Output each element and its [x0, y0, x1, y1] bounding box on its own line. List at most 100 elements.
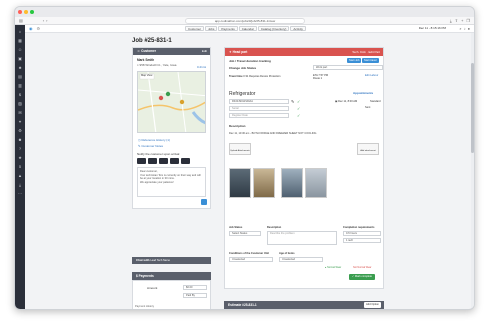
- head-part-panel: ✦ Head part Tech. Kick · Edit Part Job /…: [224, 47, 384, 289]
- start-job-button[interactable]: Start Job: [347, 58, 362, 63]
- attachment-photo[interactable]: [229, 168, 251, 198]
- url-bar[interactable]: app.codinathon.com/jobs/#/job/25-831-1/v…: [185, 18, 305, 24]
- browser-window: ▤ ‹ › app.codinathon.com/jobs/#/job/25-8…: [14, 6, 475, 310]
- map-graphic: [138, 72, 205, 132]
- notify-email-button[interactable]: [159, 158, 168, 164]
- settings-icon[interactable]: ⚙: [18, 126, 22, 135]
- amount-input[interactable]: $0.00: [183, 285, 207, 290]
- page-scrollbar[interactable]: [471, 33, 474, 309]
- close-window-icon[interactable]: [18, 10, 22, 14]
- change-status-label: Change Job Status: [229, 66, 257, 70]
- map-icon[interactable]: ⌖: [19, 117, 21, 126]
- avatar[interactable]: ●: [468, 26, 470, 31]
- download-icon[interactable]: ⤓: [450, 18, 452, 23]
- titlebar: [15, 7, 474, 17]
- distance-link[interactable]: 0.21mi: [197, 65, 206, 69]
- check-icon[interactable]: ✓: [297, 99, 300, 104]
- reports-icon[interactable]: ▨: [18, 99, 22, 108]
- attachment-photo[interactable]: [305, 168, 327, 198]
- more-icon[interactable]: ⋯: [18, 189, 22, 198]
- not-normal-wear-label[interactable]: Not Normal Wear: [353, 266, 371, 269]
- notify-voice-button[interactable]: [170, 158, 179, 164]
- nav-tab-calendar[interactable]: Calendar: [238, 26, 257, 31]
- age-select[interactable]: Unselected: [279, 257, 323, 262]
- edit-customer-button[interactable]: Edit: [202, 48, 207, 55]
- attachment-photo[interactable]: [281, 168, 303, 198]
- customer-panel-header: ☺ Customer Edit: [133, 48, 210, 55]
- app-top-bar: ◉ ⚙ Customer Jobs Payments Calendar Cata…: [25, 25, 474, 33]
- nav-tab-catalog[interactable]: Catalog (Inventory): [257, 26, 290, 31]
- forward-arrow-icon[interactable]: ›: [46, 18, 47, 23]
- travel-time-label: Travel time 0:31 Requires Device Protect…: [229, 75, 281, 78]
- edit-pencil-icon[interactable]: ✎: [291, 99, 294, 104]
- notify-other-button[interactable]: [181, 158, 190, 164]
- model-input[interactable]: RF23J9011SR/AA: [229, 99, 289, 104]
- minimize-window-icon[interactable]: [24, 10, 28, 14]
- chat-panel-header[interactable]: Chat with Lead Tech Name: [132, 257, 211, 264]
- notify-message-input[interactable]: Dear customer, Your technician Tom is cu…: [137, 167, 206, 197]
- nav-tab-payments[interactable]: Payments: [218, 26, 238, 31]
- star-icon[interactable]: ★: [18, 153, 22, 162]
- description-label: Description: [229, 124, 246, 128]
- search-icon[interactable]: ⌕: [459, 26, 461, 31]
- check-icon: ✓: [297, 106, 301, 111]
- notify-options: [133, 157, 210, 165]
- notify-sms-button[interactable]: [148, 158, 157, 164]
- customer-map[interactable]: Map View: [137, 71, 206, 133]
- normal-wear-label[interactable]: ● Normal Wear: [325, 266, 341, 269]
- help-icon[interactable]: ?: [19, 144, 21, 153]
- completion-hours-select[interactable]: 0-5 hours: [343, 231, 381, 236]
- customers-icon[interactable]: ☺: [18, 45, 22, 54]
- tabs-icon[interactable]: ❐: [466, 18, 470, 23]
- serial-input[interactable]: Serial: [229, 106, 289, 111]
- notification-icon[interactable]: ♪: [464, 26, 466, 31]
- back-arrow-icon[interactable]: ‹: [43, 18, 44, 23]
- edit-labour-link[interactable]: Edit Labour: [365, 74, 378, 77]
- add-attachment-button[interactable]: Add attachment: [357, 143, 379, 155]
- description2-input[interactable]: Describe the problem: [267, 231, 337, 245]
- share-icon[interactable]: ⇪: [455, 18, 458, 23]
- team-icon[interactable]: ♣: [19, 63, 22, 72]
- paid-by-select[interactable]: Paid By: [183, 293, 207, 298]
- chat-icon[interactable]: ✉: [18, 108, 21, 117]
- nav-tab-customer[interactable]: Customer: [185, 26, 205, 31]
- inventory-icon[interactable]: ▤: [18, 72, 22, 81]
- conditions-select[interactable]: Unselected: [229, 257, 273, 262]
- job-status-field[interactable]: Select Status: [229, 231, 261, 236]
- stats-icon[interactable]: ▲: [18, 171, 22, 180]
- upload-attachments-button[interactable]: Upload Attachments: [229, 143, 251, 155]
- user-icon[interactable]: ☻: [18, 135, 22, 144]
- completion-techs-select[interactable]: 1 tech: [343, 238, 381, 243]
- app-gear-icon[interactable]: ⚙: [37, 26, 41, 31]
- nav-tab-jobs[interactable]: Jobs: [205, 26, 218, 31]
- job-status-select[interactable]: Work part: [313, 65, 383, 70]
- attachment-photo[interactable]: [253, 168, 275, 198]
- nav-tab-activity[interactable]: Activity: [290, 26, 306, 31]
- add-option-button[interactable]: Add Option: [364, 302, 381, 308]
- job-travel-title: Job / Travel duration tracking: [229, 59, 271, 63]
- sidebar-toggle-icon[interactable]: ▤: [19, 18, 23, 23]
- mark-complete-button[interactable]: ✓ Mark complete: [349, 274, 375, 280]
- notify-call-button[interactable]: [137, 158, 146, 164]
- appointments-label[interactable]: Appointments: [353, 91, 373, 95]
- head-part-actions[interactable]: Tech. Kick · Edit Part: [352, 48, 380, 56]
- invoice-icon[interactable]: ▥: [18, 81, 22, 90]
- left-column: ☺ Customer Edit Mark Smith ⌖ 958 Windwil…: [132, 47, 211, 212]
- jobs-icon[interactable]: ▦: [18, 36, 22, 45]
- main-content: Job #25-831-1 ☺ Customer Edit Mark Smith…: [25, 33, 474, 309]
- new-tab-icon[interactable]: +: [461, 18, 463, 23]
- age-label: Age of items: [279, 252, 295, 255]
- calendar-icon[interactable]: ▣: [18, 54, 22, 63]
- description-text: Dec 11, 10:30 am - BOTH FRIDGE AND FREEZ…: [229, 132, 317, 135]
- home-icon[interactable]: ⌂: [19, 27, 21, 36]
- payment-history-label: Payment History: [135, 305, 155, 308]
- info-icon[interactable]: ℹ: [19, 162, 21, 171]
- register-date-input[interactable]: Register Date: [229, 113, 289, 118]
- scroll-thumb[interactable]: [471, 63, 474, 153]
- start-travel-button[interactable]: Start travel: [362, 58, 379, 63]
- maximize-window-icon[interactable]: [30, 10, 34, 14]
- download-icon[interactable]: ⤓: [19, 180, 21, 189]
- app-home-icon[interactable]: ◉: [29, 26, 33, 31]
- map-view-label[interactable]: Map View: [141, 74, 152, 77]
- payments-icon[interactable]: $: [19, 90, 21, 99]
